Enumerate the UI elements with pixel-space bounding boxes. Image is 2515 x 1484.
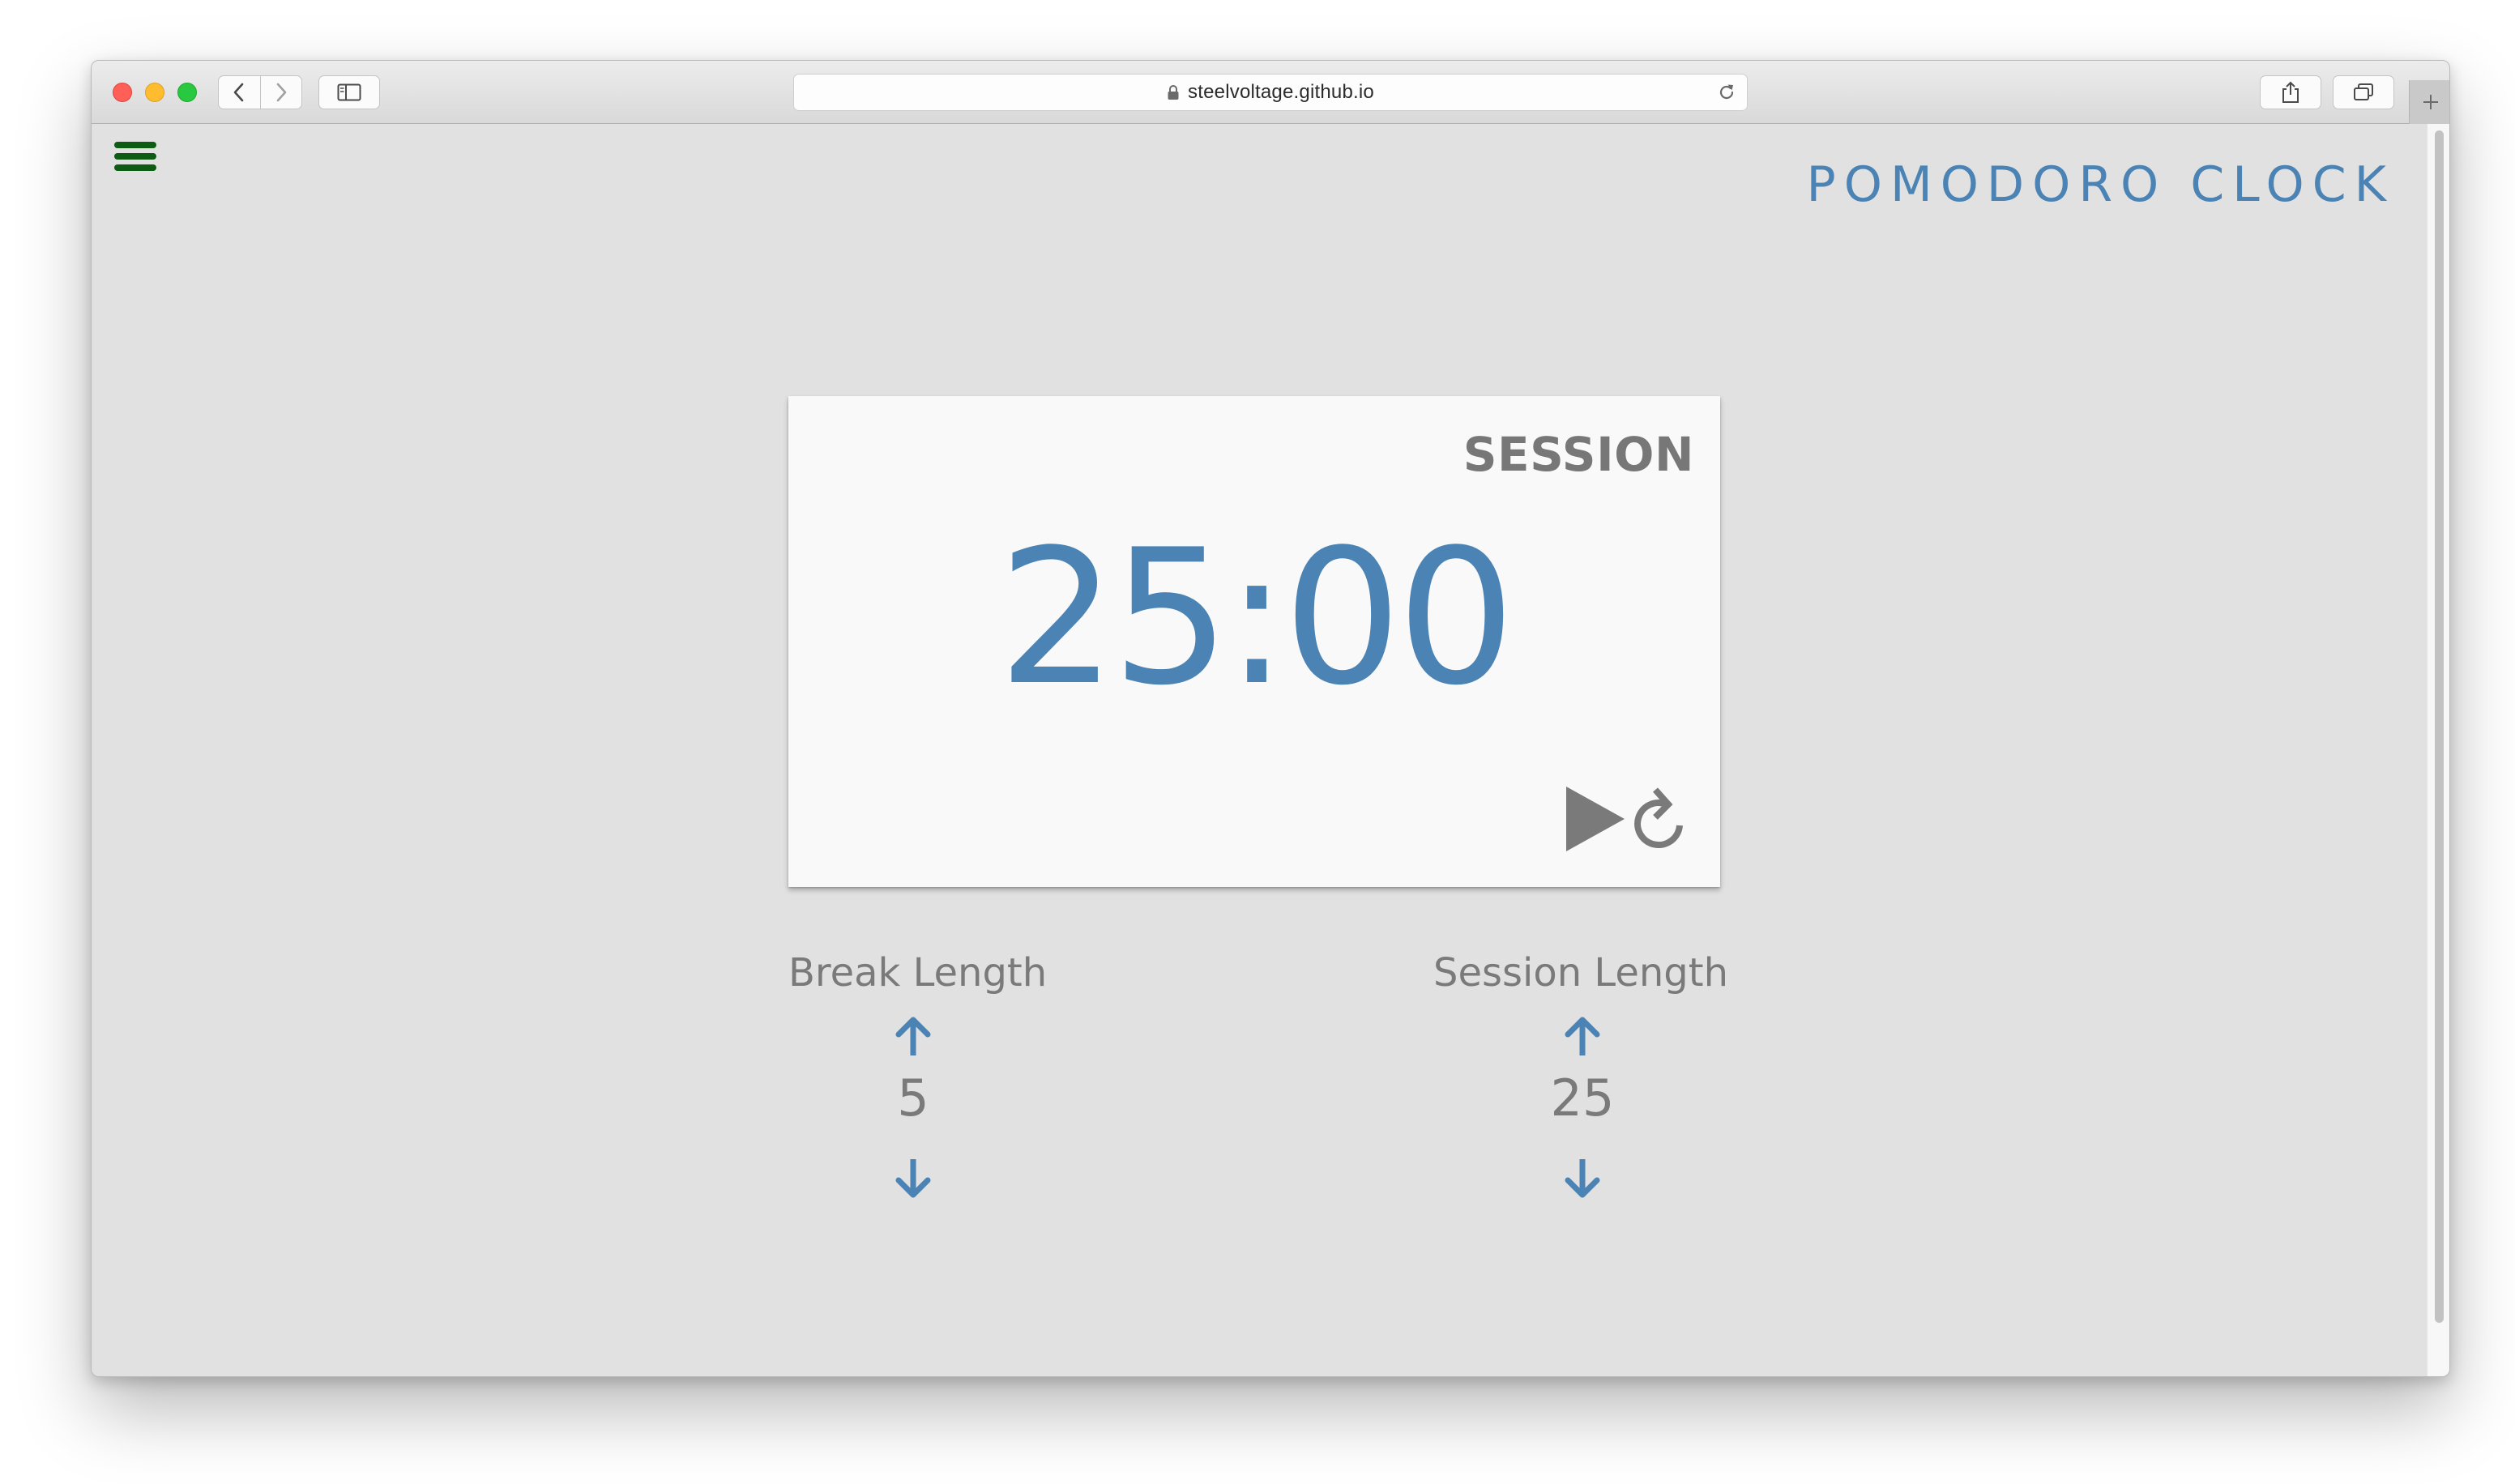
lock-icon: [1168, 85, 1179, 100]
chevron-left-icon: [234, 83, 244, 102]
reset-icon[interactable]: [1633, 782, 1694, 855]
tabs-icon: [2354, 83, 2373, 100]
break-decrement-button[interactable]: [894, 1158, 933, 1200]
tab-overview-button[interactable]: [2333, 75, 2394, 109]
scrollbar-thumb[interactable]: [2435, 130, 2444, 1323]
session-decrement-button[interactable]: [1563, 1158, 1602, 1200]
minimize-window-button[interactable]: [145, 83, 164, 102]
browser-window: steelvoltage.github.io POMODORO CLOCK SE…: [91, 60, 2450, 1377]
back-button[interactable]: [219, 76, 260, 109]
session-length-label: Session Length: [1433, 950, 1728, 996]
sidebar-icon: [337, 83, 361, 101]
navigation-buttons: [218, 75, 302, 109]
menu-icon[interactable]: [114, 140, 156, 173]
browser-toolbar: steelvoltage.github.io: [92, 61, 2449, 124]
play-icon[interactable]: [1565, 785, 1626, 853]
break-length-label: Break Length: [788, 950, 1048, 996]
break-length-value: 5: [897, 1068, 929, 1128]
address-bar[interactable]: steelvoltage.github.io: [793, 74, 1748, 111]
timer-card: SESSION 25:00: [788, 396, 1720, 887]
plus-icon: [2423, 95, 2438, 109]
vertical-scrollbar[interactable]: [2427, 124, 2449, 1376]
url-text: steelvoltage.github.io: [1188, 81, 1374, 103]
share-button[interactable]: [2260, 75, 2321, 109]
page-content: POMODORO CLOCK SESSION 25:00 Break Lengt…: [92, 124, 2449, 1376]
timer-display: 25:00: [997, 510, 1516, 727]
page-title: POMODORO CLOCK: [1806, 156, 2394, 213]
sidebar-toggle-button[interactable]: [318, 75, 380, 109]
zoom-window-button[interactable]: [177, 83, 197, 102]
forward-button[interactable]: [259, 76, 301, 109]
break-increment-button[interactable]: [894, 1015, 933, 1057]
mode-label: SESSION: [1462, 427, 1694, 482]
session-increment-button[interactable]: [1563, 1015, 1602, 1057]
share-icon: [2282, 81, 2299, 103]
session-length-value: 25: [1550, 1068, 1615, 1128]
new-tab-button[interactable]: [2409, 80, 2449, 124]
chevron-right-icon: [276, 83, 287, 102]
close-window-button[interactable]: [113, 83, 132, 102]
reload-icon[interactable]: [1716, 82, 1737, 103]
